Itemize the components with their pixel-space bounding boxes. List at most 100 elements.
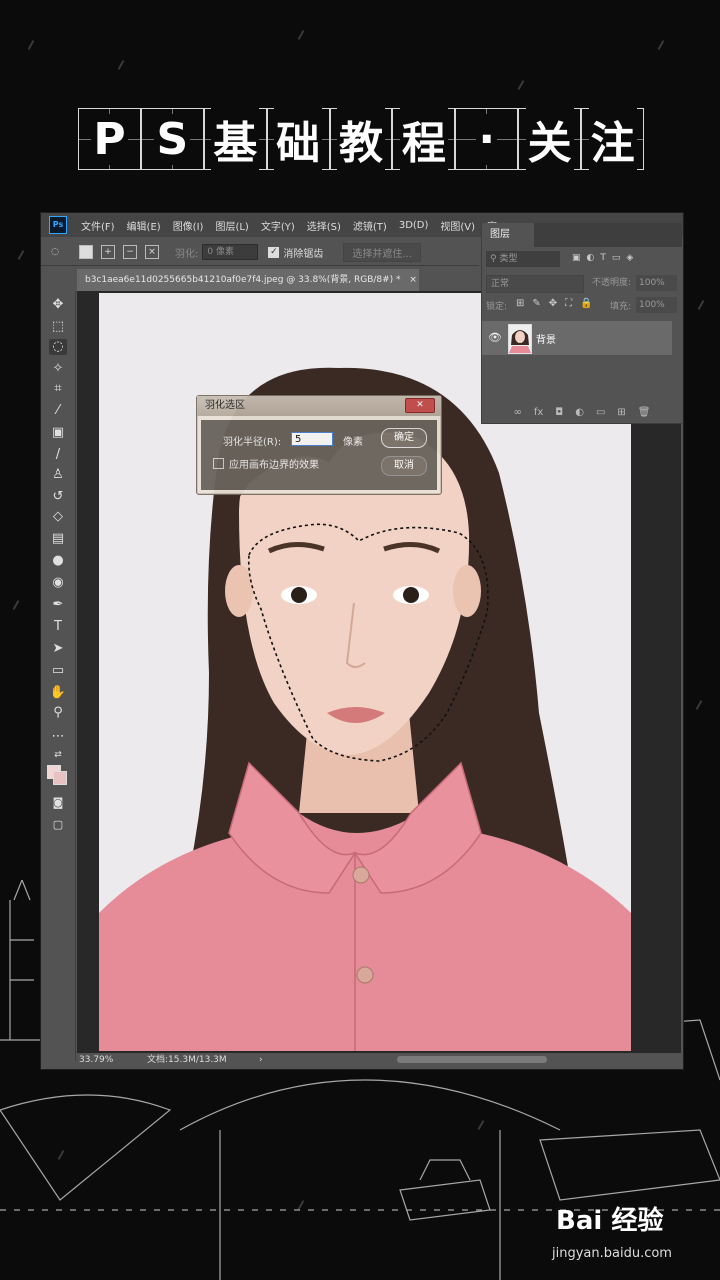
antialias-label: 消除锯齿 — [283, 248, 324, 260]
more-tools-icon[interactable]: ⋯ — [49, 729, 67, 745]
swap-colors-icon[interactable]: ⇄ — [49, 747, 67, 763]
status-arrow-icon[interactable]: › — [259, 1053, 263, 1067]
quick-mask-icon[interactable]: ◙ — [49, 795, 67, 811]
banner-char: S — [140, 108, 204, 170]
antialias-checkbox[interactable]: ✓ — [268, 246, 280, 258]
title-banner: P S 基 础 教 程 · 关 注 — [78, 107, 645, 171]
opacity-input[interactable]: 100% — [636, 275, 677, 291]
ok-button[interactable]: 确定 — [381, 428, 427, 448]
layers-panel: 图层 ⚲ 类型 ▣◐T▭◈ 正常 不透明度: 100% 锁定: ⊞✎✥⛶🔒 填充… — [481, 223, 682, 424]
type-tool-icon[interactable]: T — [49, 619, 67, 635]
visibility-eye-icon[interactable]: 👁 — [488, 331, 502, 344]
gradient-tool-icon[interactable]: ▤ — [49, 531, 67, 547]
document-tab[interactable]: b3c1aea6e11d0255665b41210af0e7f4.jpeg @ … — [77, 269, 419, 291]
screen-mode-icon[interactable]: ▢ — [49, 817, 67, 833]
dialog-body: 羽化半径(R): 5 像素 应用画布边界的效果 确定 取消 — [201, 420, 437, 490]
tools-panel: ✥ ⬚ ◌ ✧ ⌗ ⁄ ▣ / ♙ ↺ ◇ ▤ ● ◉ ✒ T ➤ ▭ ✋ ⚲ … — [41, 291, 76, 1061]
menu-edit[interactable]: 编辑(E) — [121, 218, 167, 233]
trash-icon[interactable]: 🗑 — [638, 407, 651, 418]
lock-label: 锁定: — [486, 302, 508, 312]
layer-thumbnail — [508, 324, 532, 354]
magic-wand-tool-icon[interactable]: ✧ — [49, 361, 67, 377]
baidu-jingyan-logo: Bai 经验 — [556, 1206, 664, 1236]
horizontal-scrollbar[interactable] — [397, 1056, 547, 1063]
feather-label: 羽化: — [175, 248, 199, 260]
healing-brush-tool-icon[interactable]: ▣ — [49, 425, 67, 441]
zoom-level[interactable]: 33.79% — [79, 1053, 113, 1067]
photoshop-window: Ps 文件(F) 编辑(E) 图像(I) 图层(L) 文字(Y) 选择(S) 滤… — [40, 212, 684, 1070]
menu-image[interactable]: 图像(I) — [167, 218, 210, 233]
feather-radius-label: 羽化半径(R): — [223, 437, 282, 448]
add-selection-icon[interactable]: + — [101, 245, 115, 259]
eyedropper-tool-icon[interactable]: ⁄ — [49, 403, 67, 419]
layer-filter-input[interactable]: ⚲ 类型 — [486, 251, 560, 267]
history-brush-tool-icon[interactable]: ↺ — [49, 489, 67, 505]
subtract-selection-icon[interactable]: − — [123, 245, 137, 259]
close-button[interactable]: ✕ — [405, 398, 435, 413]
feather-radius-input[interactable]: 5 — [291, 432, 333, 446]
path-selection-tool-icon[interactable]: ➤ — [49, 641, 67, 657]
blend-mode-select[interactable]: 正常 — [486, 275, 584, 293]
tab-layers[interactable]: 图层 — [482, 223, 534, 247]
eraser-tool-icon[interactable]: ◇ — [49, 509, 67, 525]
menu-type[interactable]: 文字(Y) — [255, 218, 301, 233]
banner-char: P — [78, 108, 141, 170]
pen-tool-icon[interactable]: ✒ — [49, 597, 67, 613]
blur-tool-icon[interactable]: ● — [49, 553, 67, 569]
rectangle-tool-icon[interactable]: ▭ — [49, 663, 67, 679]
filter-kind: 类型 — [499, 254, 518, 264]
feather-input[interactable]: 0 像素 — [202, 244, 259, 260]
canvas-bounds-checkbox[interactable] — [213, 458, 224, 469]
banner-char: 关 — [518, 107, 582, 171]
banner-char: 注 — [581, 107, 645, 171]
menu-filter[interactable]: 滤镜(T) — [347, 218, 393, 233]
unit-label: 像素 — [343, 437, 363, 448]
document-tab-title: b3c1aea6e11d0255665b41210af0e7f4.jpeg @ … — [85, 275, 401, 285]
close-tab-icon[interactable]: × — [409, 275, 417, 285]
fill-input[interactable]: 100% — [636, 297, 677, 313]
layer-row[interactable]: 👁 背景 — [482, 321, 672, 355]
options-bar: ◌ + − × 羽化: 0 像素 ✓ 消除锯齿 选择并遮住... — [41, 239, 479, 266]
layer-name: 背景 — [536, 335, 556, 346]
zoom-tool-icon[interactable]: ⚲ — [49, 705, 67, 721]
adjustment-icon[interactable]: ◐ — [575, 407, 584, 418]
intersect-selection-icon[interactable]: × — [145, 245, 159, 259]
link-icon[interactable]: ∞ — [514, 407, 522, 418]
lasso-icon[interactable]: ◌ — [49, 246, 61, 258]
menu-view[interactable]: 视图(V) — [434, 218, 481, 233]
fill-label: 填充: — [610, 302, 632, 312]
brush-tool-icon[interactable]: / — [49, 447, 67, 463]
crop-tool-icon[interactable]: ⌗ — [49, 381, 67, 397]
canvas-bounds-label: 应用画布边界的效果 — [229, 460, 319, 471]
opacity-label: 不透明度: — [592, 278, 632, 288]
banner-char: · — [455, 108, 519, 170]
layers-footer: ∞ fx ◘ ◐ ▭ ⊞ 🗑 — [482, 407, 682, 418]
new-layer-icon[interactable]: ⊞ — [617, 407, 625, 418]
marquee-tool-icon[interactable]: ⬚ — [49, 319, 67, 335]
menu-select[interactable]: 选择(S) — [301, 218, 347, 233]
stamp-tool-icon[interactable]: ♙ — [49, 467, 67, 483]
lock-icons[interactable]: ⊞✎✥⛶🔒 — [516, 298, 601, 309]
banner-char: 程 — [392, 107, 456, 171]
cancel-button[interactable]: 取消 — [381, 456, 427, 476]
watermark-url: jingyan.baidu.com — [552, 1246, 672, 1261]
menu-file[interactable]: 文件(F) — [75, 218, 121, 233]
new-selection-icon[interactable] — [79, 245, 93, 259]
filter-icons[interactable]: ▣◐T▭◈ — [572, 253, 639, 263]
feather-selection-dialog: 羽化选区 ✕ 羽化半径(R): 5 像素 应用画布边界的效果 确定 取消 — [196, 395, 442, 495]
menu-layer[interactable]: 图层(L) — [209, 218, 254, 233]
hand-tool-icon[interactable]: ✋ — [49, 685, 67, 701]
fx-icon[interactable]: fx — [534, 407, 543, 418]
status-bar: 33.79% 文档:15.3M/13.3M › — [77, 1053, 681, 1067]
dodge-tool-icon[interactable]: ◉ — [49, 575, 67, 591]
background-color-swatch[interactable] — [53, 771, 67, 785]
move-tool-icon[interactable]: ✥ — [49, 297, 67, 313]
group-icon[interactable]: ▭ — [596, 407, 605, 418]
photoshop-logo-icon: Ps — [49, 216, 67, 234]
select-and-mask-button[interactable]: 选择并遮住... — [343, 242, 421, 262]
banner-char: 础 — [266, 107, 330, 171]
banner-char: 基 — [203, 107, 267, 171]
lasso-tool-icon[interactable]: ◌ — [49, 339, 67, 355]
mask-icon[interactable]: ◘ — [555, 407, 563, 418]
menu-3d[interactable]: 3D(D) — [393, 220, 435, 231]
